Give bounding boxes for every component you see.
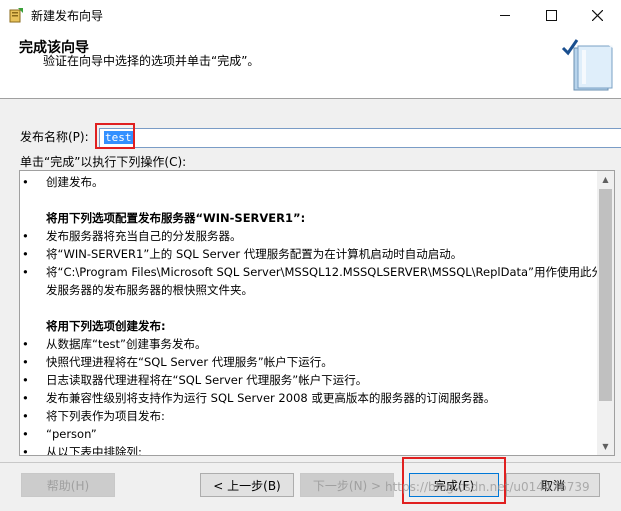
summary-line-text: 将“C:\Program Files\Microsoft SQL Server\… <box>46 265 604 279</box>
summary-line: • 将下列表作为项目发布: <box>22 407 165 425</box>
summary-line: 将用下列选项创建发布: <box>22 317 166 335</box>
summary-line: • “person” <box>22 425 97 443</box>
bullet: • <box>22 391 29 405</box>
wizard-app-icon <box>9 8 23 23</box>
maximize-button[interactable] <box>528 0 574 30</box>
summary-line: • 发布服务器将充当自己的分发服务器。 <box>22 227 242 245</box>
summary-line: 发服务器的发布服务器的根快照文件夹。 <box>22 281 253 299</box>
summary-line-text: 发布服务器将充当自己的分发服务器。 <box>46 229 242 243</box>
wizard-header: 完成该向导 验证在向导中选择的选项并单击“完成”。 <box>0 30 621 99</box>
back-button[interactable]: < 上一步(B) <box>200 473 294 497</box>
publication-name-input[interactable]: test <box>99 128 621 148</box>
bullet: • <box>22 247 29 261</box>
bullet: • <box>22 175 29 189</box>
title-bar: 新建发布向导 <box>0 0 621 30</box>
bullet: • <box>22 355 29 369</box>
summary-line: • 从以下表中排除列: <box>22 443 142 456</box>
bullet: • <box>22 265 29 279</box>
summary-line-text: 将用下列选项配置发布服务器“WIN-SERVER1”: <box>46 211 306 225</box>
scroll-up-arrow-icon[interactable]: ▲ <box>597 171 614 188</box>
summary-line-text: 将“WIN-SERVER1”上的 SQL Server 代理服务配置为在计算机启… <box>46 247 463 261</box>
window-title: 新建发布向导 <box>31 9 104 23</box>
summary-line-text: 快照代理进程将在“SQL Server 代理服务”帐户下运行。 <box>46 355 333 369</box>
summary-line: • 从数据库“test”创建事务发布。 <box>22 335 207 353</box>
summary-line <box>22 299 46 317</box>
next-button[interactable]: 下一步(N) > <box>300 473 394 497</box>
summary-line-text: 从数据库“test”创建事务发布。 <box>46 337 207 351</box>
summary-line-text: 将用下列选项创建发布: <box>46 319 166 333</box>
summary-line: • 日志读取器代理进程将在“SQL Server 代理服务”帐户下运行。 <box>22 371 367 389</box>
summary-line: • 创建发布。 <box>22 173 104 191</box>
summary-line-text: 将下列表作为项目发布: <box>46 409 165 423</box>
summary-scrollbar[interactable]: ▲ ▼ <box>597 171 614 455</box>
summary-line-text: 从以下表中排除列: <box>46 445 142 456</box>
publication-name-value: test <box>104 131 133 144</box>
maximize-icon <box>545 9 557 21</box>
wizard-book-check-icon <box>561 36 616 91</box>
bullet: • <box>22 409 29 423</box>
summary-line: • 将“C:\Program Files\Microsoft SQL Server… <box>22 263 603 281</box>
minimize-icon <box>500 14 510 16</box>
close-button[interactable] <box>574 0 620 30</box>
watermark: https://blog.csdn.net/u014476739 <box>385 480 590 494</box>
summary-line-text: 创建发布。 <box>46 175 104 189</box>
bullet: • <box>22 337 29 351</box>
summary-line: 将用下列选项配置发布服务器“WIN-SERVER1”: <box>22 209 305 227</box>
bullet: • <box>22 229 29 243</box>
publication-name-label: 发布名称(P): <box>20 130 89 144</box>
summary-line: • 快照代理进程将在“SQL Server 代理服务”帐户下运行。 <box>22 353 333 371</box>
close-icon <box>591 9 603 21</box>
summary-line: • 发布兼容性级别将支持作为运行 SQL Server 2008 或更高版本的服务… <box>22 389 495 407</box>
help-button[interactable]: 帮助(H) <box>21 473 115 497</box>
summary-line-text: “person” <box>46 427 97 441</box>
footer-divider <box>0 462 621 463</box>
summary-line-text: 发服务器的发布服务器的根快照文件夹。 <box>46 283 253 297</box>
summary-line-text: 日志读取器代理进程将在“SQL Server 代理服务”帐户下运行。 <box>46 373 368 387</box>
scroll-down-arrow-icon[interactable]: ▼ <box>597 438 614 455</box>
bullet: • <box>22 445 29 456</box>
minimize-button[interactable] <box>482 0 528 30</box>
scrollbar-thumb[interactable] <box>599 189 612 401</box>
summary-line: • 将“WIN-SERVER1”上的 SQL Server 代理服务配置为在计算机… <box>22 245 462 263</box>
bullet: • <box>22 427 29 441</box>
bullet: • <box>22 373 29 387</box>
summary-line-text: 发布兼容性级别将支持作为运行 SQL Server 2008 或更高版本的服务器… <box>46 391 496 405</box>
summary-textbox[interactable]: • 创建发布。将用下列选项配置发布服务器“WIN-SERVER1”: • 发布服务器将… <box>19 170 615 456</box>
actions-label: 单击“完成”以执行下列操作(C): <box>20 155 187 169</box>
page-subtitle: 验证在向导中选择的选项并单击“完成”。 <box>43 54 260 68</box>
